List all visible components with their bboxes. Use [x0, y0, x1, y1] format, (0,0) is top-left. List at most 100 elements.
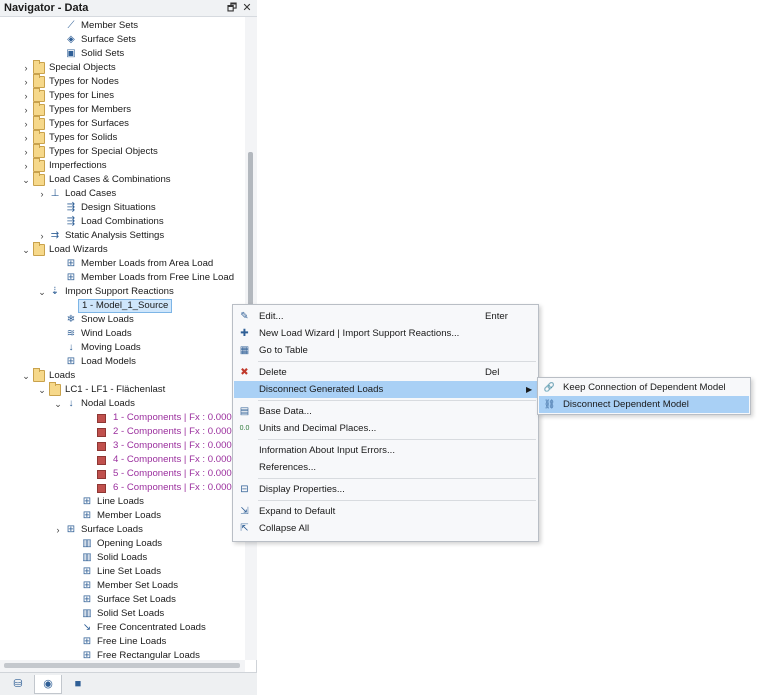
- chevron-right-icon[interactable]: ›: [21, 76, 31, 88]
- tree-item[interactable]: ⊞ Free Rectangular Loads: [0, 649, 245, 660]
- tree-item[interactable]: 3 - Components | Fx : 0.000 kN | Fy: [0, 439, 245, 453]
- menu-item-collapse-all[interactable]: ⇱ Collapse All: [234, 520, 537, 537]
- chevron-right-icon[interactable]: ›: [21, 160, 31, 172]
- camera-tab-icon[interactable]: ■: [64, 675, 92, 694]
- chevron-down-icon[interactable]: ⌄: [21, 370, 31, 382]
- tree-item[interactable]: 1 - Components | Fx : 0.000 kN | Fy: [0, 411, 245, 425]
- menu-item-expand-to-default[interactable]: ⇲ Expand to Default: [234, 503, 537, 520]
- tree-item[interactable]: ↘ Free Concentrated Loads: [0, 621, 245, 635]
- menu-item-display-properties[interactable]: ⊟ Display Properties...: [234, 481, 537, 498]
- folder-icon: [33, 130, 45, 144]
- tree-item[interactable]: ⊞ Member Loads: [0, 509, 245, 523]
- chevron-right-icon[interactable]: ›: [37, 230, 47, 242]
- tree-item[interactable]: › ⊥ Load Cases: [0, 187, 245, 201]
- tree-item[interactable]: 4 - Components | Fx : 0.000 kN | Fy: [0, 453, 245, 467]
- menu-item-disconnect-generated-loads[interactable]: Disconnect Generated Loads ▶: [234, 381, 537, 398]
- tree-item[interactable]: ⌄ Load Wizards: [0, 242, 245, 257]
- tree-item[interactable]: ⊞ Member Set Loads: [0, 579, 245, 593]
- tree-item[interactable]: ❄ Snow Loads: [0, 313, 245, 327]
- chevron-right-icon[interactable]: ›: [21, 90, 31, 102]
- chevron-right-icon[interactable]: ›: [21, 146, 31, 158]
- solid-set-loads-icon: ▥: [82, 608, 92, 619]
- chevron-right-icon[interactable]: ›: [21, 104, 31, 116]
- menu-item-label: Units and Decimal Places...: [259, 423, 377, 434]
- tree-item[interactable]: 5 - Components | Fx : 0.000 kN | Fy: [0, 467, 245, 481]
- chevron-down-icon[interactable]: ⌄: [21, 174, 31, 186]
- tree-item[interactable]: ▥ Solid Set Loads: [0, 607, 245, 621]
- menu-item-references[interactable]: References...: [234, 459, 537, 476]
- tree-item[interactable]: › Types for Nodes: [0, 74, 245, 89]
- horizontal-scrollbar[interactable]: [0, 660, 245, 672]
- tree-item[interactable]: ⊞ Member Loads from Area Load: [0, 257, 245, 271]
- tree-item[interactable]: › ⊞ Surface Loads: [0, 523, 245, 537]
- tree-item[interactable]: ⌄ Load Cases & Combinations: [0, 172, 245, 187]
- chevron-down-icon[interactable]: ⌄: [21, 244, 31, 256]
- chevron-down-icon[interactable]: ⌄: [37, 384, 47, 396]
- tree-item[interactable]: ⊞ Free Line Loads: [0, 635, 245, 649]
- line-loads-icon: ⊞: [82, 496, 92, 507]
- restore-window-icon[interactable]: 🗗: [226, 1, 238, 15]
- tree-item[interactable]: ⌄ ↓ Nodal Loads: [0, 397, 245, 411]
- view-tab-icon[interactable]: ◉: [34, 675, 62, 694]
- tree-item[interactable]: ⊞ Member Loads from Free Line Load: [0, 271, 245, 285]
- tree-item-selected[interactable]: 1 - Model_1_Source: [0, 299, 245, 313]
- menu-item-delete[interactable]: ✖ Delete Del: [234, 364, 537, 381]
- tree-item[interactable]: ⇶ Load Combinations: [0, 215, 245, 229]
- link-icon: 🔗: [543, 382, 556, 392]
- tree-item[interactable]: ⟋ Member Sets: [0, 19, 245, 33]
- component-icon: [97, 484, 106, 493]
- chevron-right-icon[interactable]: ›: [53, 524, 63, 536]
- tree-item[interactable]: ⌄ ⇣ Import Support Reactions: [0, 285, 245, 299]
- tree-item[interactable]: › Types for Solids: [0, 130, 245, 145]
- tree-item[interactable]: ◈ Surface Sets: [0, 33, 245, 47]
- tree-item[interactable]: ⌄ Loads: [0, 368, 245, 383]
- tree-item-label: Surface Sets: [81, 34, 136, 45]
- menu-item-go-to-table[interactable]: ▦ Go to Table: [234, 342, 537, 359]
- snow-loads-icon: ❄: [66, 314, 76, 325]
- tree-item[interactable]: ⊞ Line Set Loads: [0, 565, 245, 579]
- submenu-item-disconnect-dependent-model[interactable]: ⛓ Disconnect Dependent Model: [539, 396, 749, 413]
- tree-item[interactable]: ⇶ Design Situations: [0, 201, 245, 215]
- close-icon[interactable]: ✕: [241, 1, 253, 15]
- chevron-down-icon[interactable]: ⌄: [37, 286, 47, 298]
- tree-item[interactable]: ≋ Wind Loads: [0, 327, 245, 341]
- component-icon: [97, 470, 106, 479]
- tree-item[interactable]: ⊞ Surface Set Loads: [0, 593, 245, 607]
- tree-item[interactable]: › Types for Special Objects: [0, 144, 245, 159]
- tree-item[interactable]: 6 - Components | Fx : 0.000 kN | Fy: [0, 481, 245, 495]
- tree-item[interactable]: › Special Objects: [0, 60, 245, 75]
- tree-item[interactable]: ⊞ Load Models: [0, 355, 245, 369]
- menu-item-units-and-decimal-places[interactable]: 0.0 Units and Decimal Places...: [234, 420, 537, 437]
- tree-item[interactable]: › Types for Surfaces: [0, 116, 245, 131]
- tree-item[interactable]: ▣ Solid Sets: [0, 47, 245, 61]
- chevron-right-icon[interactable]: ›: [21, 118, 31, 130]
- tree-item[interactable]: ↓ Moving Loads: [0, 341, 245, 355]
- tree-item[interactable]: › ⇉ Static Analysis Settings: [0, 229, 245, 243]
- menu-item-information-about-input-errors[interactable]: Information About Input Errors...: [234, 442, 537, 459]
- menu-item-edit[interactable]: ✎ Edit... Enter: [234, 308, 537, 325]
- data-tab-icon[interactable]: ⛁: [4, 675, 32, 694]
- chevron-right-icon[interactable]: ›: [21, 132, 31, 144]
- tree-item-label: Member Sets: [81, 20, 139, 31]
- tree-item[interactable]: › Types for Lines: [0, 88, 245, 103]
- tree-item[interactable]: › Types for Members: [0, 102, 245, 117]
- vertical-scroll-thumb[interactable]: [248, 152, 253, 327]
- chevron-down-icon[interactable]: ⌄: [53, 398, 63, 410]
- tree-item[interactable]: ▥ Solid Loads: [0, 551, 245, 565]
- tree-item[interactable]: › Imperfections: [0, 158, 245, 173]
- chevron-right-icon[interactable]: ›: [37, 188, 47, 200]
- tree-item-label: Free Concentrated Loads: [97, 622, 206, 633]
- tree-item-label: Loads: [49, 370, 76, 381]
- submenu-item-keep-connection-of-dependent-model[interactable]: 🔗 Keep Connection of Dependent Model: [539, 379, 749, 396]
- tree-item-label: Static Analysis Settings: [65, 230, 165, 241]
- tree-item[interactable]: ▥ Opening Loads: [0, 537, 245, 551]
- menu-item-new-load-wizard-import-support-reactions[interactable]: ✚ New Load Wizard | Import Support Reacti…: [234, 325, 537, 342]
- tree-item[interactable]: ⌄ LC1 - LF1 - Flächenlast: [0, 382, 245, 397]
- tree-item[interactable]: ⊞ Line Loads: [0, 495, 245, 509]
- menu-item-base-data[interactable]: ▤ Base Data...: [234, 403, 537, 420]
- tree-item-label: Surface Set Loads: [97, 594, 176, 605]
- horizontal-scroll-thumb[interactable]: [4, 663, 240, 668]
- tree-item[interactable]: 2 - Components | Fx : 0.000 kN | Fy: [0, 425, 245, 439]
- chevron-right-icon[interactable]: ›: [21, 62, 31, 74]
- edit-icon: ✎: [240, 311, 249, 322]
